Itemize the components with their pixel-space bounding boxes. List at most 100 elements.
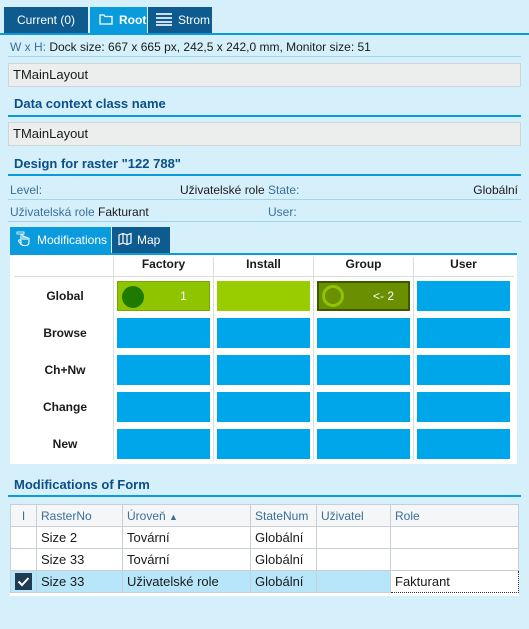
list-icon (156, 12, 172, 29)
header-uroven-label: Úroveň (127, 508, 166, 523)
cell-uroven: Uživatelské role (122, 570, 251, 593)
tab-modifications-label: Modifications (37, 233, 108, 247)
hand-pointer-icon (16, 231, 32, 250)
cell-state: Globální (250, 526, 317, 549)
cell-user (316, 526, 391, 549)
cell-new-factory[interactable] (117, 429, 210, 459)
circle-outline-icon (322, 285, 344, 307)
data-context-title: Data context class name (14, 96, 166, 111)
col-group: Group (345, 257, 382, 271)
header-role[interactable]: Role (390, 504, 519, 527)
level-label: Level: (10, 183, 43, 197)
table-row[interactable]: Size 2 Tovární Globální (10, 526, 519, 549)
modifications-form-title: Modifications of Form (14, 477, 150, 492)
state-label: State: (268, 183, 300, 197)
section-divider (8, 495, 521, 497)
cell-change-user[interactable] (417, 392, 510, 422)
global-group-text: <- 2 (372, 289, 394, 303)
row-change: Change (42, 400, 87, 414)
divider (8, 56, 521, 57)
cell-raster: Size 2 (36, 526, 123, 549)
modifications-table-wrap: I RasterNo Úroveň ▲ StateNum Uživatel Ro… (10, 504, 519, 596)
row-new: New (52, 437, 78, 451)
cell-chnw-install[interactable] (217, 355, 310, 385)
cell-chnw-group[interactable] (317, 355, 410, 385)
cell-chnw-user[interactable] (417, 355, 510, 385)
modifications-table: I RasterNo Úroveň ▲ StateNum Uživatel Ro… (10, 504, 519, 593)
cell-change-group[interactable] (317, 392, 410, 422)
sort-asc-icon: ▲ (169, 511, 178, 522)
layout-name-field[interactable]: TMainLayout (8, 63, 521, 87)
row-checkbox[interactable] (10, 570, 37, 593)
row-global: Global (46, 289, 84, 303)
header-uzivatel[interactable]: Uživatel (316, 504, 391, 527)
top-tab-bar: Current (0) Root Strom (0, 0, 529, 34)
cell-user (316, 570, 391, 593)
map-icon (118, 232, 132, 249)
header-i[interactable]: I (10, 504, 37, 527)
col-user: User (450, 257, 477, 271)
cell-chnw-factory[interactable] (117, 355, 210, 385)
cell-state: Globální (250, 570, 317, 593)
cell-role[interactable]: Fakturant (390, 570, 519, 593)
global-factory-count: 1 (180, 289, 187, 303)
divider (8, 221, 521, 222)
table-row[interactable]: Size 33 Tovární Globální (10, 548, 519, 571)
cell-role (390, 548, 519, 571)
divider (8, 199, 521, 200)
col-factory: Factory (141, 257, 186, 271)
cell-browse-user[interactable] (417, 318, 510, 348)
header-statenum[interactable]: StateNum (250, 504, 317, 527)
cell-state: Globální (250, 548, 317, 571)
tab-strom[interactable]: Strom (148, 7, 212, 33)
table-row-selected[interactable]: Size 33 Uživatelské role Globální Faktur… (10, 570, 519, 593)
cell-global-install[interactable] (217, 281, 310, 311)
role-label: Uživatelská role (10, 205, 95, 219)
cell-change-factory[interactable] (117, 392, 210, 422)
cell-uroven: Tovární (122, 526, 251, 549)
dock-info-label: W x H: (10, 40, 46, 54)
grid-line (413, 257, 414, 460)
tab-modifications[interactable]: Modifications (10, 227, 111, 253)
cell-role (390, 526, 519, 549)
cell-change-install[interactable] (217, 392, 310, 422)
cell-user (316, 548, 391, 571)
row-chnw: Ch+Nw (44, 363, 86, 377)
header-uroven[interactable]: Úroveň ▲ (122, 504, 251, 527)
dock-info: W x H: Dock size: 667 x 665 px, 242,5 x … (10, 40, 525, 54)
tab-map[interactable]: Map (112, 227, 170, 253)
cell-global-factory[interactable]: 1 (117, 281, 210, 311)
cell-new-group[interactable] (317, 429, 410, 459)
tab-root-label: Root (119, 13, 147, 27)
tab-root[interactable]: Root (90, 7, 147, 33)
header-rasterno[interactable]: RasterNo (36, 504, 123, 527)
cell-uroven: Tovární (122, 548, 251, 571)
data-context-field[interactable]: TMainLayout (8, 122, 521, 146)
grid-line (213, 257, 214, 460)
table-header-row: I RasterNo Úroveň ▲ StateNum Uživatel Ro… (10, 504, 519, 527)
row-checkbox[interactable] (10, 526, 37, 549)
tab-current[interactable]: Current (0) (4, 7, 88, 33)
cell-browse-install[interactable] (217, 318, 310, 348)
dock-info-value: Dock size: 667 x 665 px, 242,5 x 242,0 m… (49, 40, 371, 54)
role-row: Uživatelská role Fakturant (10, 205, 149, 219)
role-value: Fakturant (98, 205, 149, 219)
cell-global-user[interactable] (417, 281, 510, 311)
cell-browse-factory[interactable] (117, 318, 210, 348)
cell-raster: Size 33 (36, 570, 123, 593)
cell-new-user[interactable] (417, 429, 510, 459)
cell-new-install[interactable] (217, 429, 310, 459)
tab-current-label: Current (0) (16, 13, 75, 27)
folder-icon (99, 13, 113, 28)
tab-map-label: Map (137, 233, 161, 247)
col-install: Install (246, 257, 281, 271)
user-label: User: (268, 205, 297, 219)
state-value: Globální (473, 183, 518, 197)
cell-browse-group[interactable] (317, 318, 410, 348)
row-checkbox[interactable] (10, 548, 37, 571)
cell-global-group[interactable]: <- 2 (317, 281, 410, 311)
section-divider (8, 115, 521, 117)
design-title: Design for raster "122 788" (14, 156, 181, 171)
row-browse: Browse (43, 326, 87, 340)
grid-line (14, 276, 514, 277)
